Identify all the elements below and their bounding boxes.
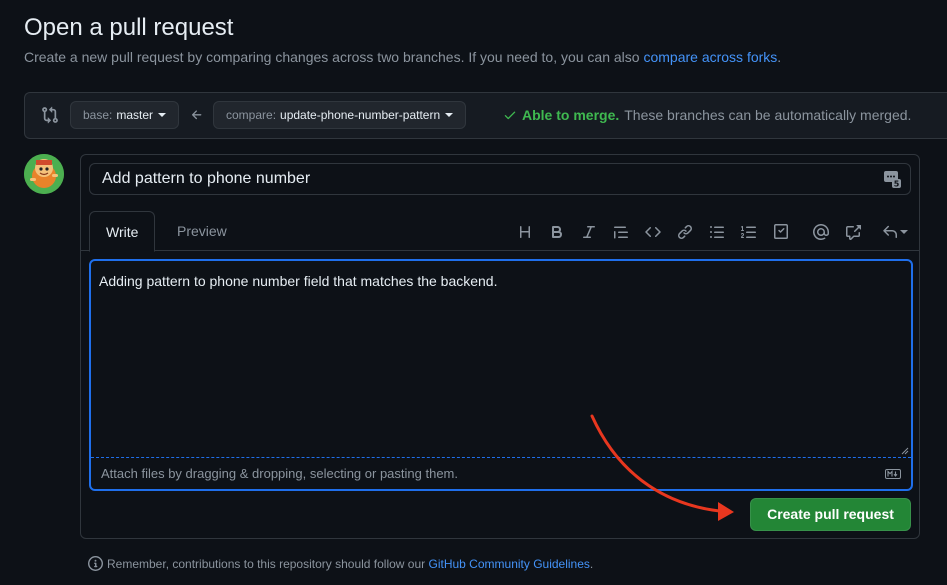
chevron-down-icon [900,230,908,234]
community-guidelines-note: Remember, contributions to this reposito… [88,556,593,571]
list-unordered-icon [710,226,724,238]
base-branch-select[interactable]: base: master [70,101,180,129]
check-icon [504,111,516,120]
saved-reply-button[interactable] [877,220,913,244]
code-icon [645,226,661,238]
tab-preview[interactable]: Preview [161,211,243,252]
unordered-list-button[interactable] [701,220,733,244]
compare-forks-link[interactable]: compare across forks [643,49,777,65]
merge-status: Able to merge. These branches can be aut… [503,107,911,123]
comment-textarea[interactable]: Adding pattern to phone number field tha… [89,259,913,491]
code-button[interactable] [637,220,669,244]
base-branch-value: master [116,108,154,122]
file-attach-bar[interactable]: Attach files by dragging & dropping, sel… [91,457,911,489]
git-compare-icon [42,106,58,124]
saved-replies-icon[interactable]: 5 [883,169,901,189]
community-guidelines-link[interactable]: GitHub Community Guidelines [429,557,590,571]
list-ordered-icon [741,226,756,238]
link-button[interactable] [669,220,701,244]
quote-icon [614,226,628,239]
resize-handle-icon[interactable] [901,447,909,455]
bold-button[interactable] [541,220,573,244]
heading-button[interactable] [509,220,541,244]
task-list-button[interactable] [765,220,797,244]
ordered-list-button[interactable] [733,220,765,244]
compare-branch-value: update-phone-number-pattern [280,108,441,122]
tasklist-icon [774,224,788,239]
quote-button[interactable] [605,220,637,244]
bold-icon [552,226,563,238]
attach-text: Attach files by dragging & dropping, sel… [101,466,458,481]
merge-ok-label: Able to merge. [522,107,620,123]
create-pull-request-button[interactable]: Create pull request [750,498,911,531]
italic-icon [583,226,595,238]
guidelines-end: . [589,556,594,571]
saved-replies-count: 5 [894,180,900,189]
pr-title-input[interactable]: Add pattern to phone number [89,163,911,195]
markdown-icon[interactable] [885,469,901,479]
merge-status-text: These branches can be automatically merg… [624,107,912,123]
italic-button[interactable] [573,220,605,244]
comment-body-text: Adding pattern to phone number field tha… [99,273,498,289]
subtitle-end: . [777,49,782,65]
page-title: Open a pull request [24,14,234,41]
guidelines-text: Remember, contributions to this reposito… [107,556,426,571]
base-prefix: base: [83,108,113,122]
compare-branch-select[interactable]: compare: update-phone-number-pattern [213,101,467,129]
branch-compare-bar: base: master compare: update-phone-numbe… [24,92,947,139]
heading-icon [520,226,530,238]
subtitle-text: Create a new pull request by comparing c… [24,49,640,65]
avatar-image [24,154,64,194]
info-icon [88,556,103,571]
chevron-down-icon [445,113,454,117]
reply-icon [883,225,897,238]
cross-reference-icon [846,225,861,240]
tab-write[interactable]: Write [89,211,156,252]
chevron-down-icon [158,113,167,117]
reference-button[interactable] [837,220,869,244]
link-icon [677,224,693,240]
page-subtitle: Create a new pull request by comparing c… [24,49,781,65]
arrow-left-icon [191,110,202,120]
markdown-toolbar [509,220,913,244]
annotation-arrow-icon [590,414,734,521]
mention-icon [813,224,829,240]
mention-button[interactable] [805,220,837,244]
pull-request-form: Add pattern to phone number 5 Write Prev… [80,154,920,539]
avatar [24,154,64,194]
compare-prefix: compare: [226,108,277,122]
editor-tabs: Write Preview [81,211,919,252]
